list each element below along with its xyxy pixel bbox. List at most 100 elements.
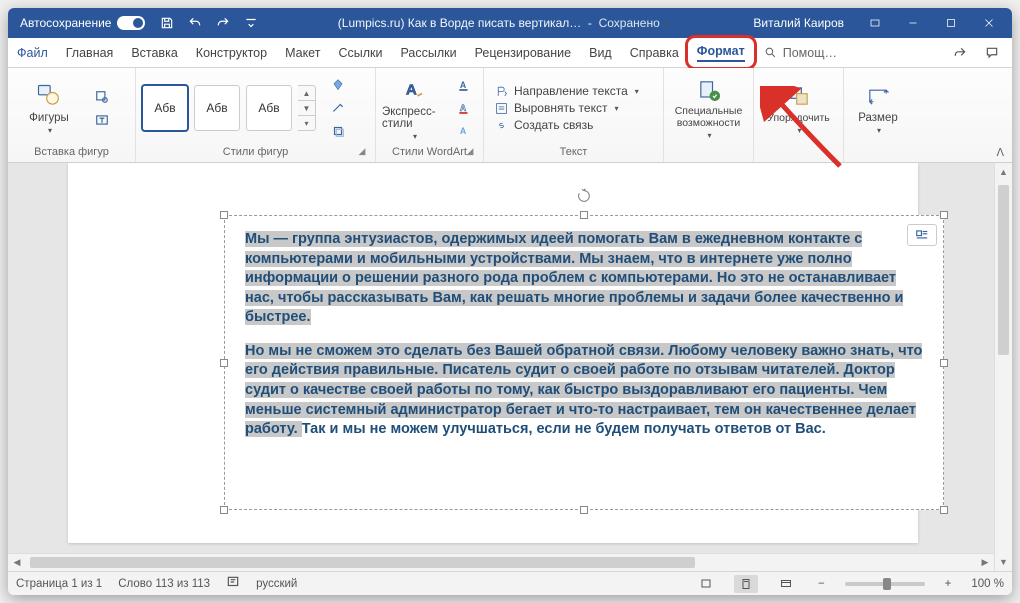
view-focus-icon[interactable] xyxy=(694,575,718,593)
text-effects-icon[interactable]: A xyxy=(452,121,476,141)
save-status[interactable]: Сохранено xyxy=(599,16,660,30)
group-accessibility: Специальные возможности ▾ xyxy=(664,68,754,162)
text-box[interactable]: Мы — группа энтузиастов, одержимых идеей… xyxy=(224,215,944,510)
tab-layout[interactable]: Макет xyxy=(276,38,329,67)
resize-handle[interactable] xyxy=(580,211,588,219)
scroll-down-icon[interactable]: ▼ xyxy=(995,553,1012,571)
draw-textbox-icon[interactable] xyxy=(90,110,114,130)
group-shape-styles: Абв Абв Абв ▲▼▾ Стили фигур ◢ xyxy=(136,68,376,162)
save-status-chevron-icon[interactable]: ▾ xyxy=(665,20,669,29)
titlebar: Автосохранение (Lumpics.ru) Как в Ворде … xyxy=(8,8,1012,38)
group-arrange: Упорядочить ▾ xyxy=(754,68,844,162)
view-web-icon[interactable] xyxy=(774,575,798,593)
text-direction-button[interactable]: Направление текста▾ xyxy=(494,84,639,98)
comments-icon[interactable] xyxy=(978,41,1006,65)
resize-handle[interactable] xyxy=(220,211,228,219)
ribbon-display-icon[interactable] xyxy=(856,9,894,37)
tab-file[interactable]: Файл xyxy=(8,38,57,67)
status-page[interactable]: Страница 1 из 1 xyxy=(16,578,102,590)
create-link-button[interactable]: Создать связь xyxy=(494,118,639,132)
status-bar: Страница 1 из 1 Слово 113 из 113 русский… xyxy=(8,571,1012,595)
svg-text:A: A xyxy=(460,80,467,90)
layout-options-icon[interactable] xyxy=(907,224,937,246)
account-user[interactable]: Виталий Каиров xyxy=(741,16,856,30)
shape-fill-icon[interactable] xyxy=(326,75,350,95)
resize-handle[interactable] xyxy=(940,359,948,367)
resize-handle[interactable] xyxy=(940,506,948,514)
tab-review[interactable]: Рецензирование xyxy=(466,38,581,67)
group-insert-shapes: Фигуры ▾ Вставка фигур xyxy=(8,68,136,162)
scrollbar-thumb[interactable] xyxy=(30,557,695,568)
size-button[interactable]: Размер ▾ xyxy=(851,73,905,143)
scrollbar-thumb[interactable] xyxy=(998,185,1009,355)
qat-dropdown-icon[interactable] xyxy=(237,9,265,37)
status-language[interactable]: русский xyxy=(256,578,297,590)
text-content[interactable]: Мы — группа энтузиастов, одержимых идеей… xyxy=(225,216,943,454)
shape-outline-icon[interactable] xyxy=(326,98,350,118)
autosave-toggle[interactable] xyxy=(117,16,145,30)
scroll-right-icon[interactable]: ▶ xyxy=(976,554,994,571)
document-title: (Lumpics.ru) Как в Ворде писать вертикал… xyxy=(338,16,581,30)
style-gallery-item[interactable]: Абв xyxy=(194,85,240,131)
tab-mailings[interactable]: Рассылки xyxy=(391,38,465,67)
zoom-knob[interactable] xyxy=(883,578,891,590)
scrollbar-horizontal[interactable]: ◀ ▶ xyxy=(8,553,994,571)
style-gallery-item[interactable]: Абв xyxy=(142,85,188,131)
share-icon[interactable] xyxy=(946,41,974,65)
search-icon xyxy=(764,46,777,59)
maximize-icon[interactable] xyxy=(932,9,970,37)
redo-icon[interactable] xyxy=(209,9,237,37)
text-fill-icon[interactable]: A xyxy=(452,75,476,95)
ribbon-collapse-icon[interactable]: ᐱ xyxy=(996,146,1004,159)
resize-handle[interactable] xyxy=(580,506,588,514)
save-icon[interactable] xyxy=(153,9,181,37)
page[interactable]: Мы — группа энтузиастов, одержимых идеей… xyxy=(68,163,918,543)
rotation-handle-icon[interactable] xyxy=(576,188,592,204)
tab-view[interactable]: Вид xyxy=(580,38,621,67)
style-gallery-item[interactable]: Абв xyxy=(246,85,292,131)
shape-effects-icon[interactable] xyxy=(326,121,350,141)
shapes-button[interactable]: Фигуры ▾ xyxy=(14,73,84,143)
style-gallery-more[interactable]: ▲▼▾ xyxy=(298,85,316,131)
tab-design[interactable]: Конструктор xyxy=(187,38,276,67)
autosave[interactable]: Автосохранение xyxy=(12,16,153,30)
close-icon[interactable] xyxy=(970,9,1008,37)
svg-text:A: A xyxy=(406,81,417,98)
edit-shape-icon[interactable] xyxy=(90,87,114,107)
arrange-button[interactable]: Упорядочить ▾ xyxy=(764,73,834,143)
align-text-button[interactable]: Выровнять текст▾ xyxy=(494,101,639,115)
group-wordart-styles: A Экспресс-стили ▾ A A A Стили WordArt ◢ xyxy=(376,68,484,162)
express-styles-button[interactable]: A Экспресс-стили ▾ xyxy=(382,73,446,143)
status-words[interactable]: Слово 113 из 113 xyxy=(118,578,210,590)
zoom-in-icon[interactable]: + xyxy=(941,578,956,590)
tab-format[interactable]: Формат xyxy=(685,35,757,70)
minimize-icon[interactable] xyxy=(894,9,932,37)
tab-insert[interactable]: Вставка xyxy=(122,38,186,67)
shape-styles-dialog-icon[interactable]: ◢ xyxy=(355,144,369,158)
tab-help[interactable]: Справка xyxy=(621,38,688,67)
svg-text:A: A xyxy=(460,103,467,113)
tell-me-search[interactable]: Помощ… xyxy=(754,38,847,67)
text-outline-icon[interactable]: A xyxy=(452,98,476,118)
scroll-up-icon[interactable]: ▲ xyxy=(995,163,1012,181)
view-print-icon[interactable] xyxy=(734,575,758,593)
wordart-dialog-icon[interactable]: ◢ xyxy=(463,144,477,158)
svg-text:A: A xyxy=(460,126,467,136)
accessibility-button[interactable]: Специальные возможности ▾ xyxy=(674,73,744,143)
zoom-level[interactable]: 100 % xyxy=(971,578,1004,590)
group-text: Направление текста▾ Выровнять текст▾ Соз… xyxy=(484,68,664,162)
resize-handle[interactable] xyxy=(940,211,948,219)
ribbon-tabs: Файл Главная Вставка Конструктор Макет С… xyxy=(8,38,1012,68)
document-area: Мы — группа энтузиастов, одержимых идеей… xyxy=(8,163,1012,571)
scroll-left-icon[interactable]: ◀ xyxy=(8,554,26,571)
status-spellcheck-icon[interactable] xyxy=(226,575,240,592)
resize-handle[interactable] xyxy=(220,359,228,367)
scrollbar-vertical[interactable]: ▲ ▼ xyxy=(994,163,1012,571)
zoom-out-icon[interactable]: − xyxy=(814,578,829,590)
tab-home[interactable]: Главная xyxy=(57,38,123,67)
resize-handle[interactable] xyxy=(220,506,228,514)
tab-references[interactable]: Ссылки xyxy=(329,38,391,67)
zoom-slider[interactable] xyxy=(845,582,925,586)
undo-icon[interactable] xyxy=(181,9,209,37)
ribbon: Фигуры ▾ Вставка фигур Абв Абв Абв ▲▼▾ xyxy=(8,68,1012,163)
